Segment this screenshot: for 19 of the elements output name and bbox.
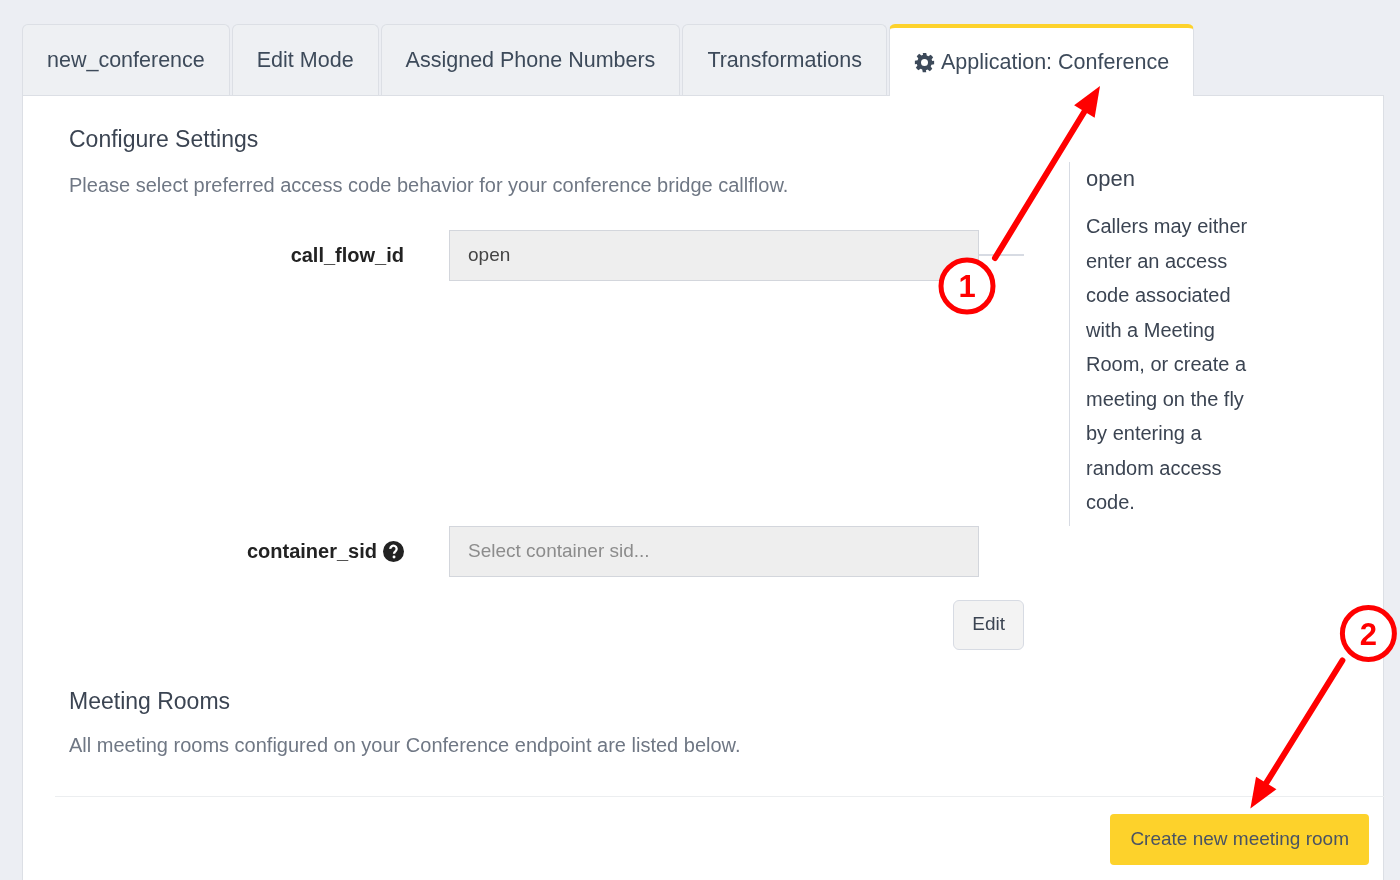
field-label: call_flow_id xyxy=(290,243,404,269)
section-description: Please select preferred access code behavior for your conference bridge callflow. xyxy=(69,172,789,198)
tab[interactable]: Assigned Phone Numbers xyxy=(380,24,681,95)
annotation-marker: 2 xyxy=(1339,605,1397,662)
section-description: All meeting rooms configured on your Conference endpoint are listed below. xyxy=(69,732,741,758)
section-title: Meeting Rooms xyxy=(69,687,231,716)
edit-button[interactable]: Edit xyxy=(953,599,1024,650)
field-label: container_sid xyxy=(246,539,377,564)
help-title: open xyxy=(1086,165,1136,193)
tab[interactable]: Transformations xyxy=(682,24,887,95)
input-field[interactable]: Select container sid... xyxy=(449,525,979,577)
section-title: Configure Settings xyxy=(69,126,259,154)
tab[interactable]: Edit Mode xyxy=(231,24,379,95)
gear-icon xyxy=(913,51,935,73)
create-meeting-room-button[interactable]: Create new meeting room xyxy=(1110,813,1369,865)
tab[interactable]: Application: Conference xyxy=(888,24,1195,96)
help-icon[interactable] xyxy=(383,540,404,562)
tab[interactable]: new_conference xyxy=(22,24,230,95)
help-text: Callers may either enter an access code associated with a Meeting Room, or create a meeting on the fly by entering a random access code. xyxy=(1086,214,1249,515)
